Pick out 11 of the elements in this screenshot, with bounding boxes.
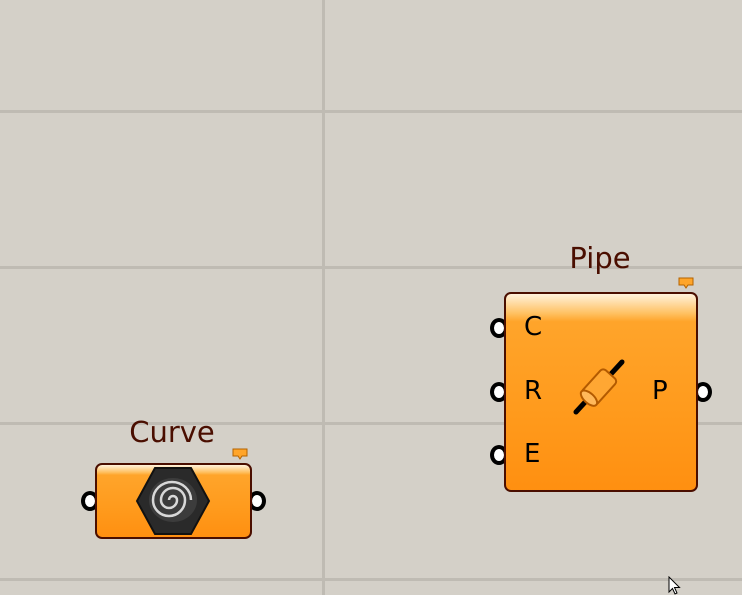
output-label: P [652,378,668,404]
input-label: R [524,378,542,404]
node-title: Curve [129,418,215,447]
preview-tag-icon[interactable] [678,277,694,289]
input-label: E [524,441,540,467]
node-body[interactable] [504,292,698,492]
cursor-arrow-icon [668,576,681,595]
hexagon-spiral-icon [135,464,211,538]
input-label: C [524,314,542,340]
preview-tag-icon[interactable] [232,448,248,460]
node-title: Pipe [569,244,631,273]
